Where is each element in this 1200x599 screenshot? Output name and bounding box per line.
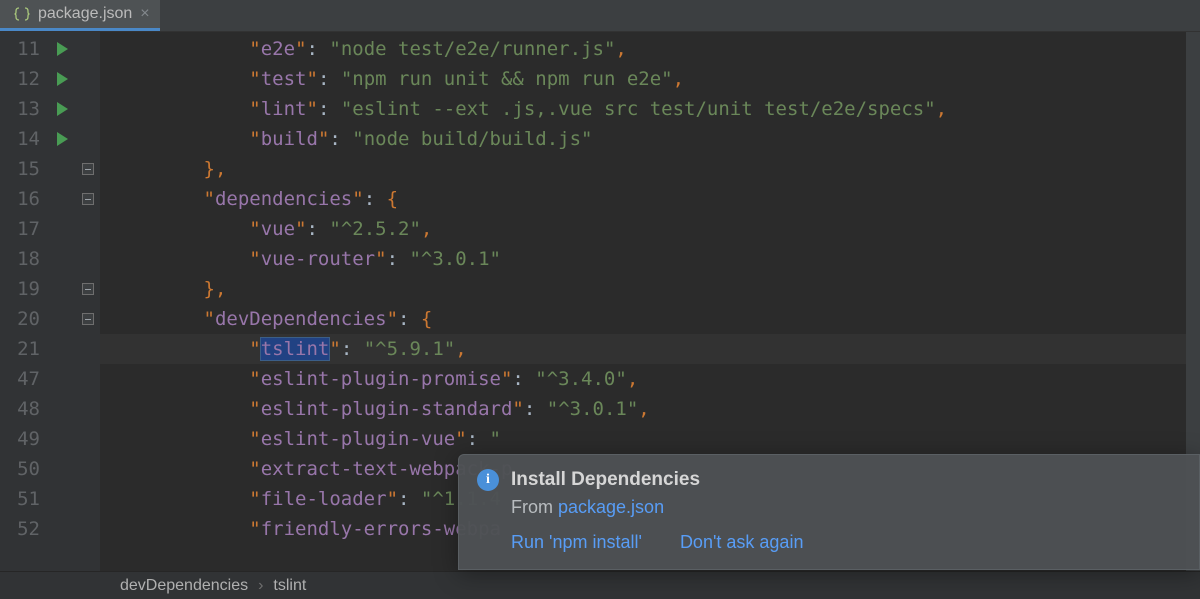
fold-toggle-icon[interactable] <box>82 163 94 175</box>
dont-ask-again-link[interactable]: Don't ask again <box>680 532 804 553</box>
line-number: 11 <box>0 34 40 64</box>
run-icon[interactable] <box>57 102 68 116</box>
breadcrumb-item[interactable]: devDependencies <box>120 577 248 595</box>
code-line[interactable]: "eslint-plugin-promise": "^3.4.0", <box>100 364 1200 394</box>
line-number: 49 <box>0 424 40 454</box>
popup-file-link[interactable]: package.json <box>558 497 664 517</box>
run-icon[interactable] <box>57 132 68 146</box>
line-number: 19 <box>0 274 40 304</box>
code-line[interactable]: "tslint": "^5.9.1", <box>100 334 1200 364</box>
line-number: 18 <box>0 244 40 274</box>
chevron-right-icon: › <box>258 577 263 595</box>
json-file-icon <box>14 6 30 22</box>
fold-gutter <box>74 32 100 571</box>
code-line[interactable]: "devDependencies": { <box>100 304 1200 334</box>
code-line[interactable]: "test": "npm run unit && npm run e2e", <box>100 64 1200 94</box>
run-icon[interactable] <box>57 72 68 86</box>
line-number: 47 <box>0 364 40 394</box>
line-number: 14 <box>0 124 40 154</box>
code-line[interactable]: "build": "node build/build.js" <box>100 124 1200 154</box>
close-icon[interactable]: × <box>140 5 149 23</box>
code-line[interactable]: "dependencies": { <box>100 184 1200 214</box>
line-number: 13 <box>0 94 40 124</box>
line-number: 21 <box>0 334 40 364</box>
tab-filename: package.json <box>38 5 132 23</box>
line-number: 17 <box>0 214 40 244</box>
editor-tab-bar: package.json × <box>0 0 1200 32</box>
popup-title: Install Dependencies <box>511 469 700 491</box>
line-number: 20 <box>0 304 40 334</box>
code-line[interactable]: }, <box>100 154 1200 184</box>
line-number: 15 <box>0 154 40 184</box>
fold-toggle-icon[interactable] <box>82 283 94 295</box>
notification-popup: i Install Dependencies From package.json… <box>458 454 1200 570</box>
code-line[interactable]: "e2e": "node test/e2e/runner.js", <box>100 34 1200 64</box>
line-number: 48 <box>0 394 40 424</box>
code-line[interactable]: "eslint-plugin-vue": " <box>100 424 1200 454</box>
code-line[interactable]: "eslint-plugin-standard": "^3.0.1", <box>100 394 1200 424</box>
breadcrumb: devDependencies › tslint <box>0 571 1200 599</box>
line-number: 12 <box>0 64 40 94</box>
fold-toggle-icon[interactable] <box>82 193 94 205</box>
line-number: 16 <box>0 184 40 214</box>
run-gutter <box>50 32 74 571</box>
code-line[interactable]: }, <box>100 274 1200 304</box>
code-line[interactable]: "vue-router": "^3.0.1" <box>100 244 1200 274</box>
line-number: 52 <box>0 514 40 544</box>
run-icon[interactable] <box>57 42 68 56</box>
fold-toggle-icon[interactable] <box>82 313 94 325</box>
line-number: 51 <box>0 484 40 514</box>
line-number: 50 <box>0 454 40 484</box>
code-line[interactable]: "lint": "eslint --ext .js,.vue src test/… <box>100 94 1200 124</box>
popup-subtitle: From package.json <box>511 497 1179 518</box>
tab-package-json[interactable]: package.json × <box>0 0 160 31</box>
run-npm-install-link[interactable]: Run 'npm install' <box>511 532 642 553</box>
info-icon: i <box>477 469 499 491</box>
line-number-gutter: 1112131415161718192021474849505152 <box>0 32 50 571</box>
code-line[interactable]: "vue": "^2.5.2", <box>100 214 1200 244</box>
breadcrumb-item[interactable]: tslint <box>273 577 306 595</box>
